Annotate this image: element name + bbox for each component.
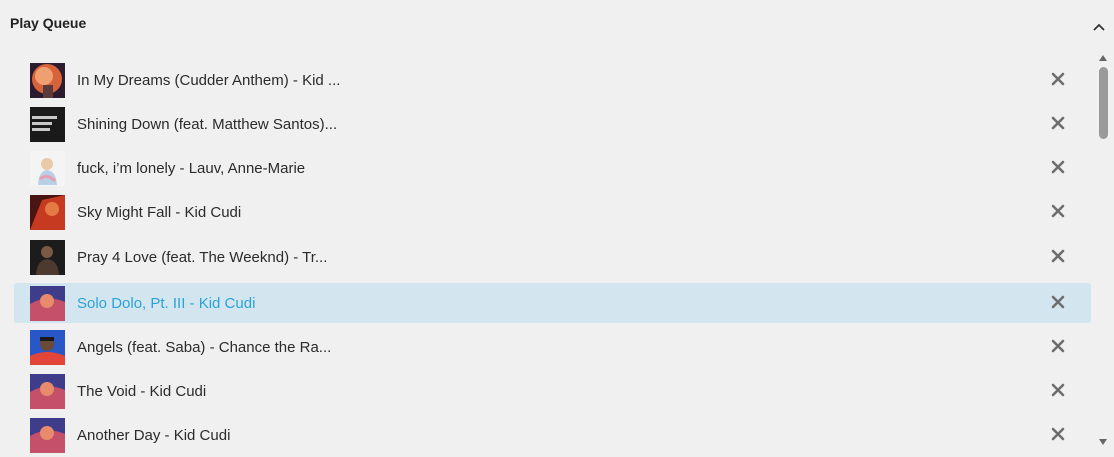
queue-item[interactable]: The Void - Kid Cudi xyxy=(14,371,1091,411)
scroll-up-button[interactable] xyxy=(1097,53,1109,63)
remove-button[interactable] xyxy=(1048,424,1068,444)
queue-item[interactable]: In My Dreams (Cudder Anthem) - Kid ... xyxy=(14,60,1091,100)
queue-item-title: Pray 4 Love (feat. The Weeknd) - Tr... xyxy=(77,249,328,266)
close-icon xyxy=(1051,295,1065,309)
album-art-lupe-fiasco xyxy=(30,107,65,142)
album-art-travis-scott xyxy=(30,240,65,275)
queue-item-title: The Void - Kid Cudi xyxy=(77,383,207,400)
album-art-chance-the-rapper xyxy=(30,330,65,365)
queue-item[interactable]: Sky Might Fall - Kid Cudi xyxy=(14,192,1091,232)
remove-button[interactable] xyxy=(1048,201,1068,221)
scrollbar-thumb[interactable] xyxy=(1099,67,1108,139)
album-art-man-on-the-moon-3 xyxy=(30,286,65,321)
queue-item-title: Shining Down (feat. Matthew Santos)... xyxy=(77,116,338,133)
close-icon xyxy=(1051,116,1065,130)
album-art-man-on-the-moon-3 xyxy=(30,418,65,453)
remove-button[interactable] xyxy=(1048,69,1068,89)
album-art-man-on-the-moon-3 xyxy=(30,374,65,409)
queue-item-title: Sky Might Fall - Kid Cudi xyxy=(77,204,242,221)
remove-button[interactable] xyxy=(1048,113,1068,133)
queue-list: In My Dreams (Cudder Anthem) - Kid ... S… xyxy=(14,59,1092,457)
remove-button[interactable] xyxy=(1048,380,1068,400)
queue-item[interactable]: Shining Down (feat. Matthew Santos)... xyxy=(14,104,1091,144)
close-icon xyxy=(1051,383,1065,397)
album-art-kid-cudi-red xyxy=(30,195,65,230)
queue-item[interactable]: fuck, i’m lonely - Lauv, Anne-Marie xyxy=(14,148,1091,188)
remove-button[interactable] xyxy=(1048,157,1068,177)
queue-item-active[interactable]: Solo Dolo, Pt. III - Kid Cudi xyxy=(14,283,1091,323)
remove-button[interactable] xyxy=(1048,246,1068,266)
play-queue-panel: Play Queue In My Dreams (Cudder Anthem) … xyxy=(0,0,1114,457)
queue-item-title: Angels (feat. Saba) - Chance the Ra... xyxy=(77,339,332,356)
queue-item-title: Another Day - Kid Cudi xyxy=(77,427,231,444)
close-icon xyxy=(1051,204,1065,218)
close-icon xyxy=(1051,160,1065,174)
triangle-up-icon xyxy=(1099,55,1107,61)
close-icon xyxy=(1051,249,1065,263)
triangle-down-icon xyxy=(1099,439,1107,445)
play-queue-title: Play Queue xyxy=(10,15,87,31)
remove-button[interactable] xyxy=(1048,292,1068,312)
queue-item-title: Solo Dolo, Pt. III - Kid Cudi xyxy=(77,295,256,312)
queue-item[interactable]: Another Day - Kid Cudi xyxy=(14,415,1091,455)
queue-item[interactable]: Pray 4 Love (feat. The Weeknd) - Tr... xyxy=(14,237,1091,277)
close-icon xyxy=(1051,427,1065,441)
album-art-man-on-the-moon xyxy=(30,63,65,98)
close-icon xyxy=(1051,339,1065,353)
album-art-lauv xyxy=(30,151,65,186)
chevron-up-icon xyxy=(1093,23,1105,31)
queue-item-title: fuck, i’m lonely - Lauv, Anne-Marie xyxy=(77,160,306,177)
queue-item-title: In My Dreams (Cudder Anthem) - Kid ... xyxy=(77,72,341,89)
scroll-down-button[interactable] xyxy=(1097,437,1109,447)
close-icon xyxy=(1051,72,1065,86)
queue-scrollbar[interactable] xyxy=(1097,53,1109,451)
collapse-button[interactable] xyxy=(1088,16,1110,38)
play-queue-header: Play Queue xyxy=(0,0,1114,48)
queue-item[interactable]: Angels (feat. Saba) - Chance the Ra... xyxy=(14,327,1091,367)
remove-button[interactable] xyxy=(1048,336,1068,356)
